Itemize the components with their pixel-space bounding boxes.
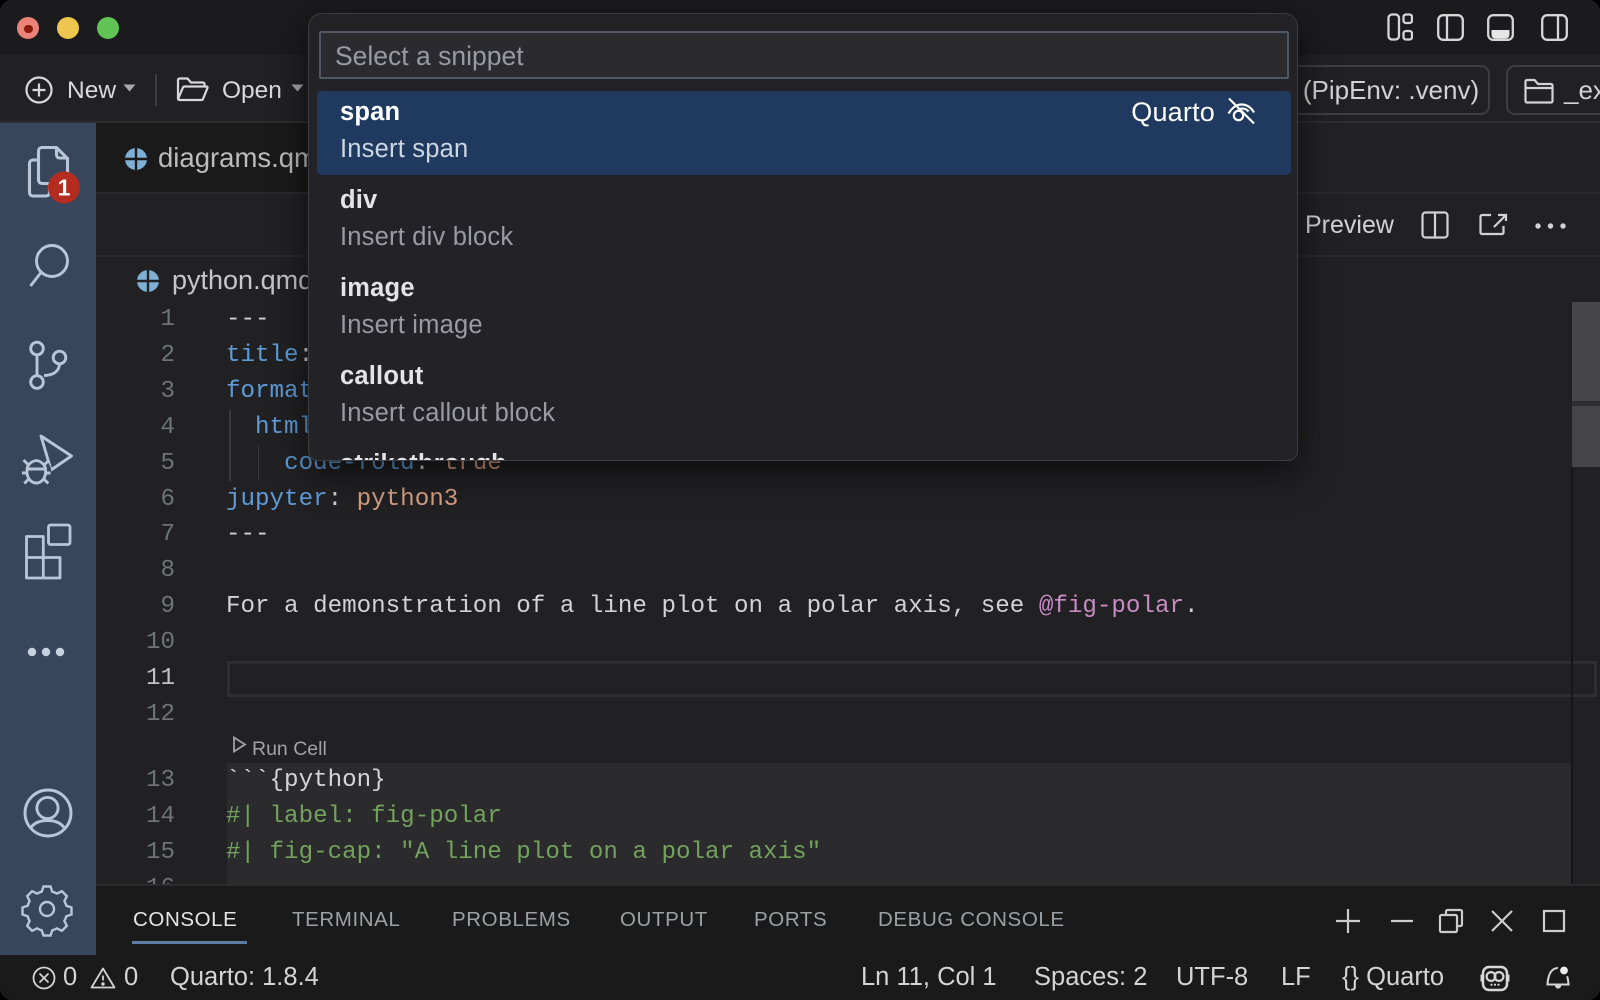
svg-text:1: 1: [58, 175, 71, 201]
